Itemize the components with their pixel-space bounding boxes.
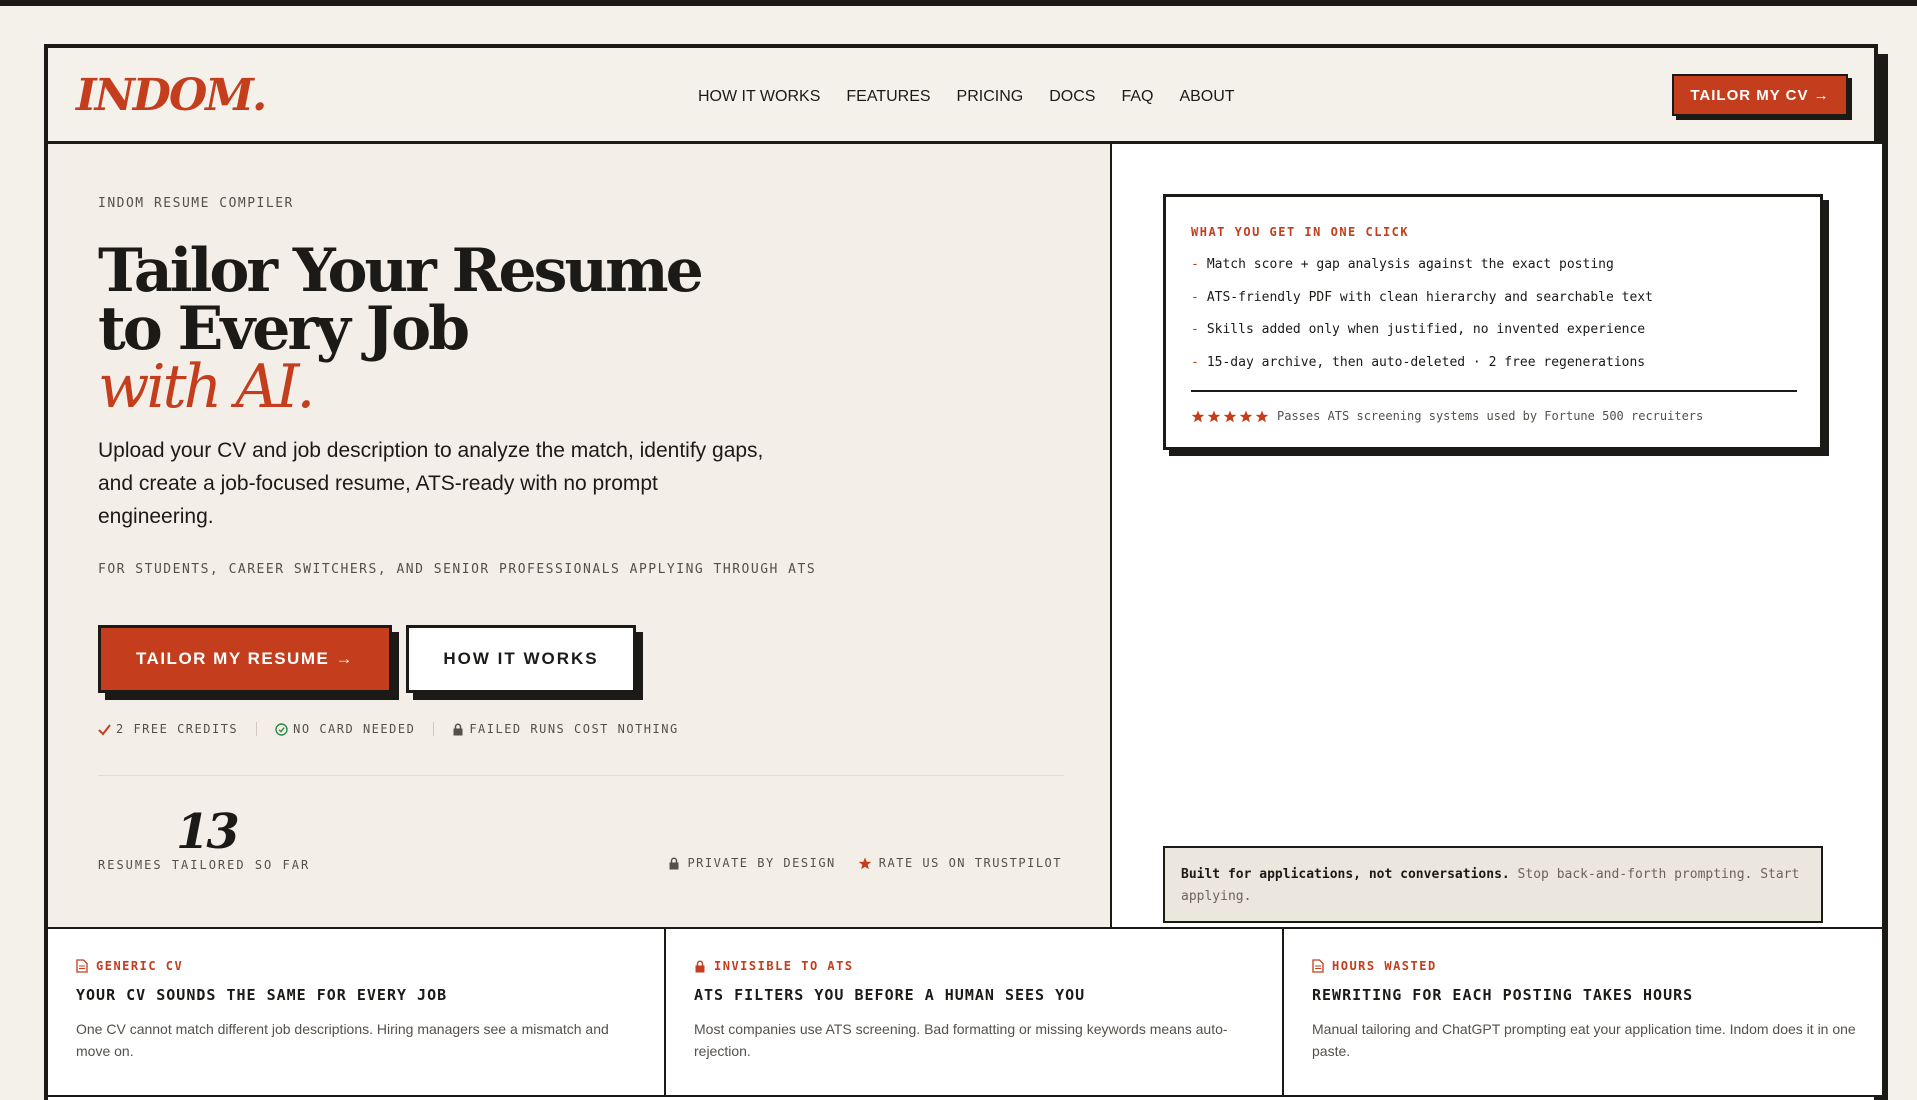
perk-separator: [256, 722, 258, 736]
trust-label: RATE US ON TRUSTPILOT: [878, 856, 1062, 870]
hero-eyebrow: INDOM RESUME COMPILER: [98, 196, 294, 211]
nav-about[interactable]: ABOUT: [1179, 88, 1234, 106]
star-icon: [1239, 410, 1253, 422]
hero-audience: FOR STUDENTS, CAREER SWITCHERS, AND SENI…: [98, 562, 817, 577]
feature-title: YOUR CV SOUNDS THE SAME FOR EVERY JOB: [76, 986, 448, 1004]
feature-text: Most companies use ATS screening. Bad fo…: [694, 1021, 1228, 1059]
tagline-note: Built for applications, not conversation…: [1163, 846, 1823, 923]
dash-bullet: -: [1191, 257, 1199, 272]
hero-headline: Tailor Your Resume to Every Job with AI.: [98, 236, 704, 422]
star-icon: [858, 857, 872, 869]
feature-hours-wasted: HOURS WASTED REWRITING FOR EACH POSTING …: [1284, 929, 1900, 1095]
star-icon: [1255, 410, 1269, 422]
check-circle-icon: [275, 722, 288, 736]
card-divider: [1191, 390, 1797, 392]
feature-tag-label: HOURS WASTED: [1332, 959, 1437, 973]
rating-stars: [1191, 410, 1269, 423]
lock-icon: [453, 723, 463, 735]
private-by-design: PRIVATE BY DESIGN: [668, 856, 835, 870]
page-frame: INDOM. HOW IT WORKS FEATURES PRICING DOC…: [44, 44, 1882, 1100]
problem-features: GENERIC CV YOUR CV SOUNDS THE SAME FOR E…: [48, 927, 1882, 1097]
benefit-item: - Skills added only when justified, no in…: [1191, 320, 1653, 353]
nav-how-it-works[interactable]: HOW IT WORKS: [698, 88, 820, 106]
check-icon: [98, 723, 111, 736]
star-icon: [1207, 410, 1221, 422]
perk-label: FAILED RUNS COST NOTHING: [469, 722, 679, 736]
benefits-list: - Match score + gap analysis against the …: [1191, 255, 1653, 385]
feature-generic-cv: GENERIC CV YOUR CV SOUNDS THE SAME FOR E…: [48, 929, 666, 1095]
card-footer: Passes ATS screening systems used by For…: [1191, 409, 1703, 423]
lock-icon: [695, 960, 705, 972]
benefits-card-title: WHAT YOU GET IN ONE CLICK: [1191, 225, 1410, 239]
hero-section: INDOM RESUME COMPILER Tailor Your Resume…: [48, 144, 1112, 927]
feature-tag: HOURS WASTED: [1312, 959, 1872, 973]
how-it-works-button[interactable]: HOW IT WORKS: [406, 625, 636, 693]
feature-tag: INVISIBLE TO ATS: [694, 959, 1254, 973]
headline-line-1: Tailor Your Resume: [98, 236, 704, 306]
perks-row: 2 FREE CREDITS NO CARD NEEDED FAILED RUN…: [98, 722, 679, 736]
headline-line-2: to Every Job: [98, 294, 470, 364]
resume-counter: 13: [176, 804, 240, 860]
nav-pricing[interactable]: PRICING: [957, 88, 1024, 106]
dash-bullet: -: [1191, 354, 1199, 370]
hero-divider: [98, 775, 1064, 776]
trust-label: PRIVATE BY DESIGN: [687, 856, 836, 870]
headline-line-3: with AI.: [98, 352, 315, 422]
benefit-text: ATS-friendly PDF with clean hierarchy an…: [1206, 289, 1653, 305]
benefit-item: - Match score + gap analysis against the …: [1191, 255, 1653, 288]
benefits-panel: WHAT YOU GET IN ONE CLICK - Match score +…: [1112, 144, 1882, 927]
benefit-text: Match score + gap analysis against the e…: [1206, 257, 1614, 272]
benefits-card: WHAT YOU GET IN ONE CLICK - Match score +…: [1163, 194, 1823, 450]
site-header: INDOM. HOW IT WORKS FEATURES PRICING DOC…: [48, 48, 1874, 144]
feature-text: Manual tailoring and ChatGPT prompting e…: [1312, 1021, 1856, 1059]
document-icon: [1312, 959, 1324, 973]
feature-title: REWRITING FOR EACH POSTING TAKES HOURS: [1312, 986, 1694, 1004]
note-bold: Built for applications, not conversation…: [1181, 867, 1510, 882]
benefit-text: 15-day archive, then auto-deleted · 2 fr…: [1206, 354, 1646, 370]
perk-failed-runs: FAILED RUNS COST NOTHING: [452, 722, 678, 736]
brand-logo[interactable]: INDOM.: [76, 70, 267, 121]
lock-icon: [669, 857, 679, 869]
feature-title: ATS FILTERS YOU BEFORE A HUMAN SEES YOU: [694, 986, 1086, 1004]
star-icon: [1191, 410, 1205, 422]
benefit-item: -15-day archive, then auto-deleted · 2 f…: [1191, 353, 1653, 386]
card-footer-text: Passes ATS screening systems used by For…: [1277, 409, 1704, 423]
perk-free-credits: 2 FREE CREDITS: [98, 722, 238, 736]
perk-no-card: NO CARD NEEDED: [275, 722, 415, 736]
main-nav: HOW IT WORKS FEATURES PRICING DOCS FAQ A…: [698, 88, 1235, 106]
trustpilot-link[interactable]: RATE US ON TRUSTPILOT: [858, 856, 1062, 870]
star-icon: [1223, 410, 1237, 422]
benefit-item: - ATS-friendly PDF with clean hierarchy a…: [1191, 288, 1653, 321]
perk-label: NO CARD NEEDED: [293, 722, 416, 736]
benefit-text: Skills added only when justified, no inv…: [1206, 322, 1646, 337]
resume-counter-label: RESUMES TAILORED SO FAR: [98, 858, 311, 872]
tailor-resume-button[interactable]: TAILOR MY RESUME →: [98, 625, 392, 693]
dash-bullet: -: [1191, 289, 1199, 305]
feature-tag: GENERIC CV: [76, 959, 636, 973]
window-top-edge: [0, 0, 1917, 6]
nav-faq[interactable]: FAQ: [1121, 88, 1153, 106]
document-icon: [76, 959, 88, 973]
perk-label: 2 FREE CREDITS: [116, 722, 239, 736]
feature-tag-label: INVISIBLE TO ATS: [714, 959, 854, 973]
feature-invisible-ats: INVISIBLE TO ATS ATS FILTERS YOU BEFORE …: [666, 929, 1284, 1095]
feature-text: One CV cannot match different job descri…: [76, 1021, 609, 1059]
perk-separator: [433, 722, 435, 736]
trust-row: PRIVATE BY DESIGN RATE US ON TRUSTPILOT: [668, 856, 1062, 870]
header-cta-button[interactable]: TAILOR MY CV →: [1672, 74, 1848, 116]
hero-description: Upload your CV and job description to an…: [98, 439, 764, 528]
dash-bullet: -: [1191, 322, 1199, 337]
nav-docs[interactable]: DOCS: [1049, 88, 1095, 106]
nav-features[interactable]: FEATURES: [846, 88, 930, 106]
feature-tag-label: GENERIC CV: [96, 959, 184, 973]
